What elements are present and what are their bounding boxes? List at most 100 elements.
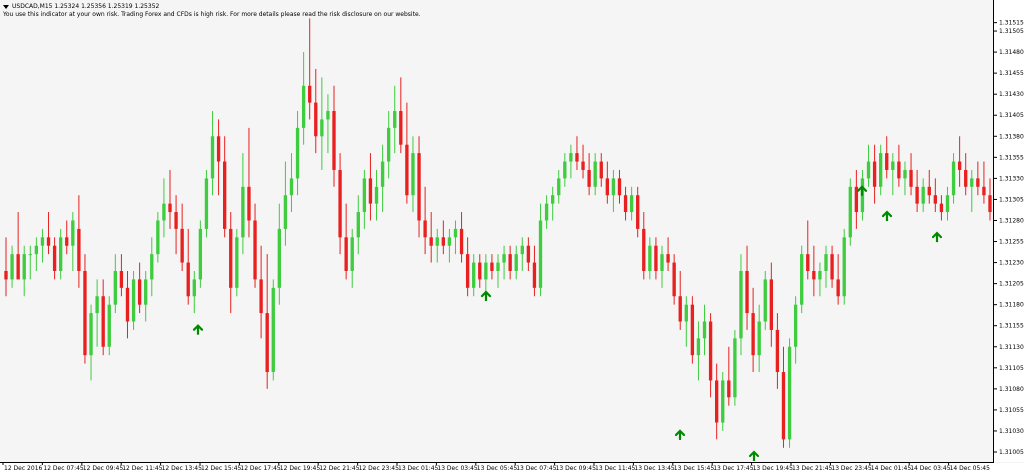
candle-body [22,254,26,280]
candle-body [156,220,160,255]
candle [721,372,725,431]
candle-body [897,161,901,179]
time-axis[interactable]: 12 Dec 2016 12 Dec 07:45 12 Dec 09:45 12 De… [0,463,1024,472]
candle [380,144,385,213]
candle-body [137,279,142,305]
candle [423,186,427,255]
price-label: 1.31380 [999,133,1024,140]
candle-body [490,262,494,271]
candle-body [496,262,500,271]
candle [71,212,75,271]
candle-body [878,153,883,187]
candle-body [301,85,306,128]
price-axis[interactable]: 1.31515 1.31505 1.31480 1.31455 1.31430 1.314… [994,0,1024,462]
time-label: 12 Dec 09:45 [83,465,124,472]
candle-body [885,153,889,170]
candle-body [65,237,69,246]
candle [964,153,968,196]
candle-body [690,304,695,356]
candle [550,186,555,221]
chart-window[interactable]: USDCAD,M15 1.25324 1.25356 1.25319 1.253… [0,0,1024,472]
price-label: 1.31330 [999,175,1024,182]
candle-body [909,169,913,187]
candle-body [77,228,81,271]
candle [678,270,682,330]
candle-body [951,161,956,196]
candle [65,220,69,255]
candle [854,169,859,229]
candle-body [587,169,591,187]
candle [417,136,421,238]
candle [277,203,282,305]
candle [702,304,707,356]
plot-area[interactable]: USDCAD,M15 1.25324 1.25356 1.25319 1.253… [0,0,994,463]
candle [757,304,761,373]
candle-body [174,212,178,229]
candle-body [478,262,482,280]
candle [429,212,433,263]
candle [271,279,275,381]
candle-body [727,380,731,398]
candle-body [745,270,749,314]
candle-body [696,338,701,356]
candle-body [16,254,20,280]
buy-arrow-icon [192,324,204,335]
candle-body [271,287,275,373]
candle [180,203,184,271]
candle-body [295,127,300,179]
candle [77,195,81,288]
candle [605,161,610,204]
price-label: 1.31105 [999,365,1024,372]
candle [241,153,245,255]
time-label: 12 Dec 21:45 [319,465,360,472]
candle-body [514,254,518,271]
candle-body [320,119,324,137]
candle [599,153,603,187]
candle [714,363,719,440]
time-label: 14 Dec 05:45 [950,465,991,472]
buy-arrow-icon [748,450,760,461]
price-label: 1.31180 [999,302,1024,309]
candle [150,237,154,297]
time-label: 13 Dec 03:45 [437,465,478,472]
candle-body [308,85,312,103]
candle-body [198,228,203,280]
candle-body [915,186,919,204]
candle [186,228,190,305]
time-label: 13 Dec 11:45 [595,465,636,472]
candle [265,254,269,389]
candle-body [101,296,105,347]
candle [739,254,743,356]
candle [769,262,774,347]
candle [162,178,166,238]
candle [654,237,658,280]
candle-body [787,346,792,440]
candle-body [939,203,944,213]
candle-body [818,270,822,280]
time-label: 12 Dec 23:45 [359,465,400,472]
candle-body [812,270,816,280]
candle-body [283,195,288,229]
time-label: 12 Dec 17:45 [240,465,281,472]
candle [544,195,549,229]
candle-body [775,329,780,373]
candle [320,77,324,170]
candle [46,212,51,255]
candle [247,127,251,238]
candle [575,136,579,170]
candle-body [289,178,294,196]
candle [314,68,318,154]
candle [229,212,233,314]
time-label: 13 Dec 17:45 [713,465,754,472]
time-label: 12 Dec 07:45 [43,465,84,472]
candle-body [921,186,925,204]
candle [253,203,257,288]
candle [872,144,877,204]
candle [508,245,512,280]
dropdown-caret-icon[interactable] [3,4,9,9]
price-label: 1.31505 [999,28,1024,35]
price-label: 1.31130 [999,344,1024,351]
candle-body [891,161,895,170]
candle [775,313,780,389]
candle-body [581,161,585,170]
